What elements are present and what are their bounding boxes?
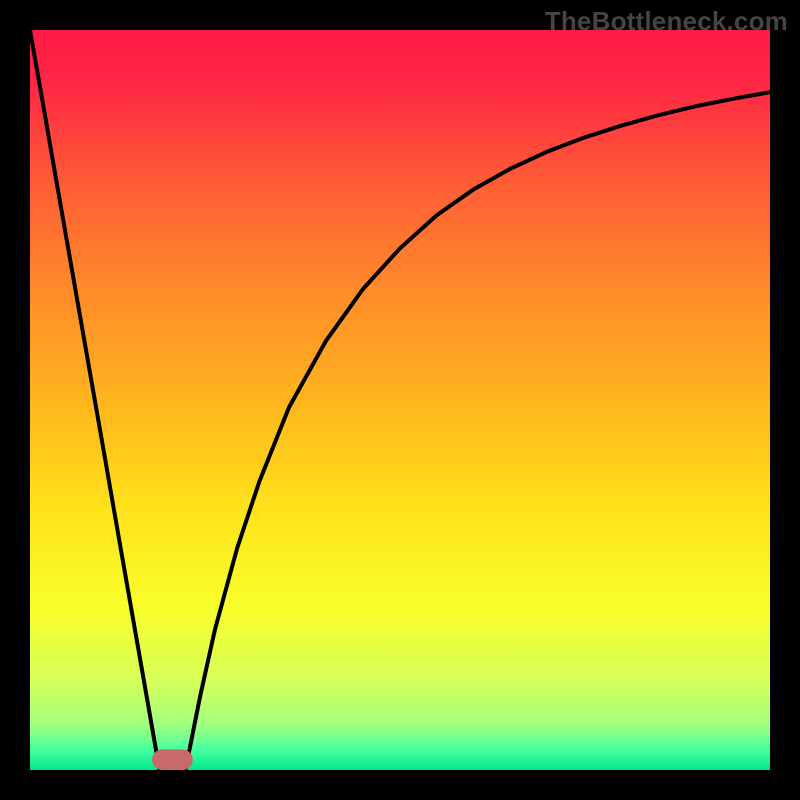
watermark-text: TheBottleneck.com bbox=[545, 6, 788, 37]
chart-svg bbox=[30, 30, 770, 770]
chart-frame: TheBottleneck.com bbox=[0, 0, 800, 800]
chart-plot-area bbox=[30, 30, 770, 770]
optimal-marker bbox=[152, 749, 193, 770]
